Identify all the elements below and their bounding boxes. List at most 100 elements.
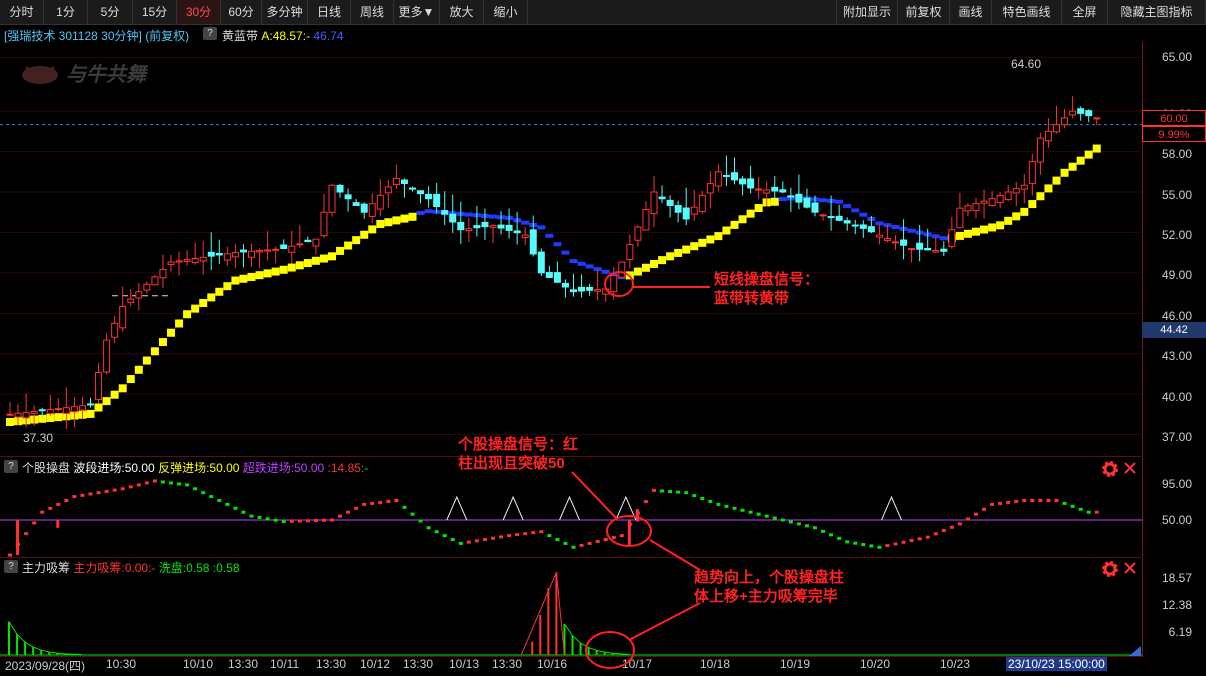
down-candle: [352, 202, 360, 206]
oscillator-green-bar: [716, 502, 721, 506]
down-candle: [433, 193, 441, 207]
down-candle: [344, 194, 352, 200]
oscillator-red-bar: [1038, 499, 1043, 502]
zoom-in-button[interactable]: 放大: [440, 0, 484, 24]
down-candle: [835, 215, 843, 221]
up-candle: [1036, 137, 1044, 163]
up-candle: [988, 198, 996, 207]
hide-indicator-button[interactable]: 隐藏主图指标: [1108, 0, 1206, 24]
oscillator-red-bar: [72, 495, 77, 499]
tab-1min[interactable]: 1分: [44, 0, 88, 24]
yellow-band-segment: [641, 263, 650, 272]
blue-band-segment: [545, 233, 554, 238]
tab-multi-minute[interactable]: 多分钟: [262, 0, 308, 24]
extra-display-button[interactable]: 附加显示: [836, 0, 898, 24]
yellow-band-segment: [625, 271, 634, 280]
up-candle: [392, 178, 400, 186]
blue-band-segment: [843, 204, 852, 209]
oscillator-red-bar: [531, 531, 536, 535]
blue-band-segment: [601, 269, 610, 274]
down-candle: [771, 186, 779, 192]
down-candle: [239, 249, 247, 253]
more-dropdown[interactable]: 更多▼: [394, 0, 440, 24]
tab-30min[interactable]: 30分: [177, 0, 221, 24]
up-candle: [698, 194, 706, 213]
down-candle: [827, 216, 835, 219]
up-candle: [376, 194, 384, 210]
down-candle: [795, 193, 803, 203]
down-candle: [674, 205, 682, 213]
yellow-band-segment: [231, 276, 240, 285]
yellow-band-segment: [86, 409, 95, 418]
blue-band-segment: [569, 259, 578, 264]
tab-5min[interactable]: 5分: [88, 0, 133, 24]
yellow-band-segment: [1044, 184, 1053, 193]
yellow-band-segment: [158, 338, 167, 347]
help-icon[interactable]: ?: [203, 27, 217, 40]
down-candle: [578, 286, 586, 292]
candlestick-chart: [0, 56, 1142, 435]
oscillator-red-bar: [120, 487, 125, 491]
tab-15min[interactable]: 15分: [133, 0, 177, 24]
tab-daily[interactable]: 日线: [308, 0, 351, 24]
yellow-band-segment: [344, 241, 353, 250]
oscillator-red-bar: [362, 502, 367, 506]
oscillator-red-bar: [515, 533, 520, 537]
down-candle: [561, 282, 569, 288]
tab-fenshi[interactable]: 分时: [0, 0, 44, 24]
operation-red-column: [635, 509, 639, 522]
oscillator-green-bar: [764, 514, 769, 518]
oscillator-green-bar: [547, 534, 552, 538]
yellow-band-segment: [650, 259, 658, 268]
down-candle: [924, 247, 932, 251]
price-axis-label: 40.00: [1161, 390, 1192, 404]
tab-weekly[interactable]: 周线: [351, 0, 394, 24]
up-candle: [521, 234, 529, 239]
high-price-label: 64.60: [1011, 57, 1042, 71]
forward-adjust-button[interactable]: 前复权: [898, 0, 950, 24]
down-candle: [739, 178, 747, 185]
down-candle: [481, 221, 489, 228]
oscillator-red-bar: [595, 539, 600, 543]
special-draw-button[interactable]: 特色画线: [992, 0, 1062, 24]
down-candle: [900, 239, 908, 246]
oscillator-green-bar: [225, 502, 230, 506]
zoom-out-button[interactable]: 缩小: [484, 0, 528, 24]
draw-line-button[interactable]: 画线: [950, 0, 992, 24]
up-candle: [594, 289, 602, 292]
yellow-band-segment: [6, 417, 14, 426]
up-candle: [135, 291, 143, 299]
oscillator-green-bar: [418, 519, 423, 523]
oscillator-red-bar: [587, 541, 592, 545]
oscillator-green-bar: [169, 481, 173, 485]
time-axis-label: 13:30: [316, 657, 347, 671]
triangle-marker: [881, 495, 902, 521]
yellow-band-segment: [263, 269, 272, 278]
washout-bar-curve: [564, 623, 629, 655]
oscillator-green-bar: [193, 487, 198, 491]
time-axis-label: 2023/09/28(四): [5, 659, 86, 673]
oscillator-red-bar: [507, 534, 512, 538]
fullscreen-button[interactable]: 全屏: [1062, 0, 1108, 24]
yellow-band-segment: [328, 252, 336, 261]
up-candle: [30, 410, 38, 414]
oscillator-red-bar: [1094, 510, 1099, 514]
blue-band-segment: [907, 228, 916, 233]
down-candle: [586, 286, 594, 291]
down-candle: [803, 197, 811, 208]
oscillator-green-bar: [853, 541, 858, 545]
down-candle: [867, 226, 875, 233]
up-candle: [883, 237, 891, 241]
oscillator-red-bar: [104, 489, 109, 493]
scroll-corner-icon[interactable]: [1129, 646, 1141, 656]
tab-60min[interactable]: 60分: [221, 0, 262, 24]
current-price-tag: 60.00: [1142, 110, 1206, 126]
oscillator-green-bar: [668, 490, 673, 494]
accumulation-red-curve: [520, 572, 565, 656]
up-candle: [248, 250, 255, 258]
yellow-band-segment: [754, 204, 763, 213]
yellow-band-segment: [94, 403, 103, 412]
oscillator-red-bar: [305, 519, 310, 523]
oscillator-red-bar: [80, 493, 85, 497]
axis-label: 6.19: [1168, 625, 1192, 639]
